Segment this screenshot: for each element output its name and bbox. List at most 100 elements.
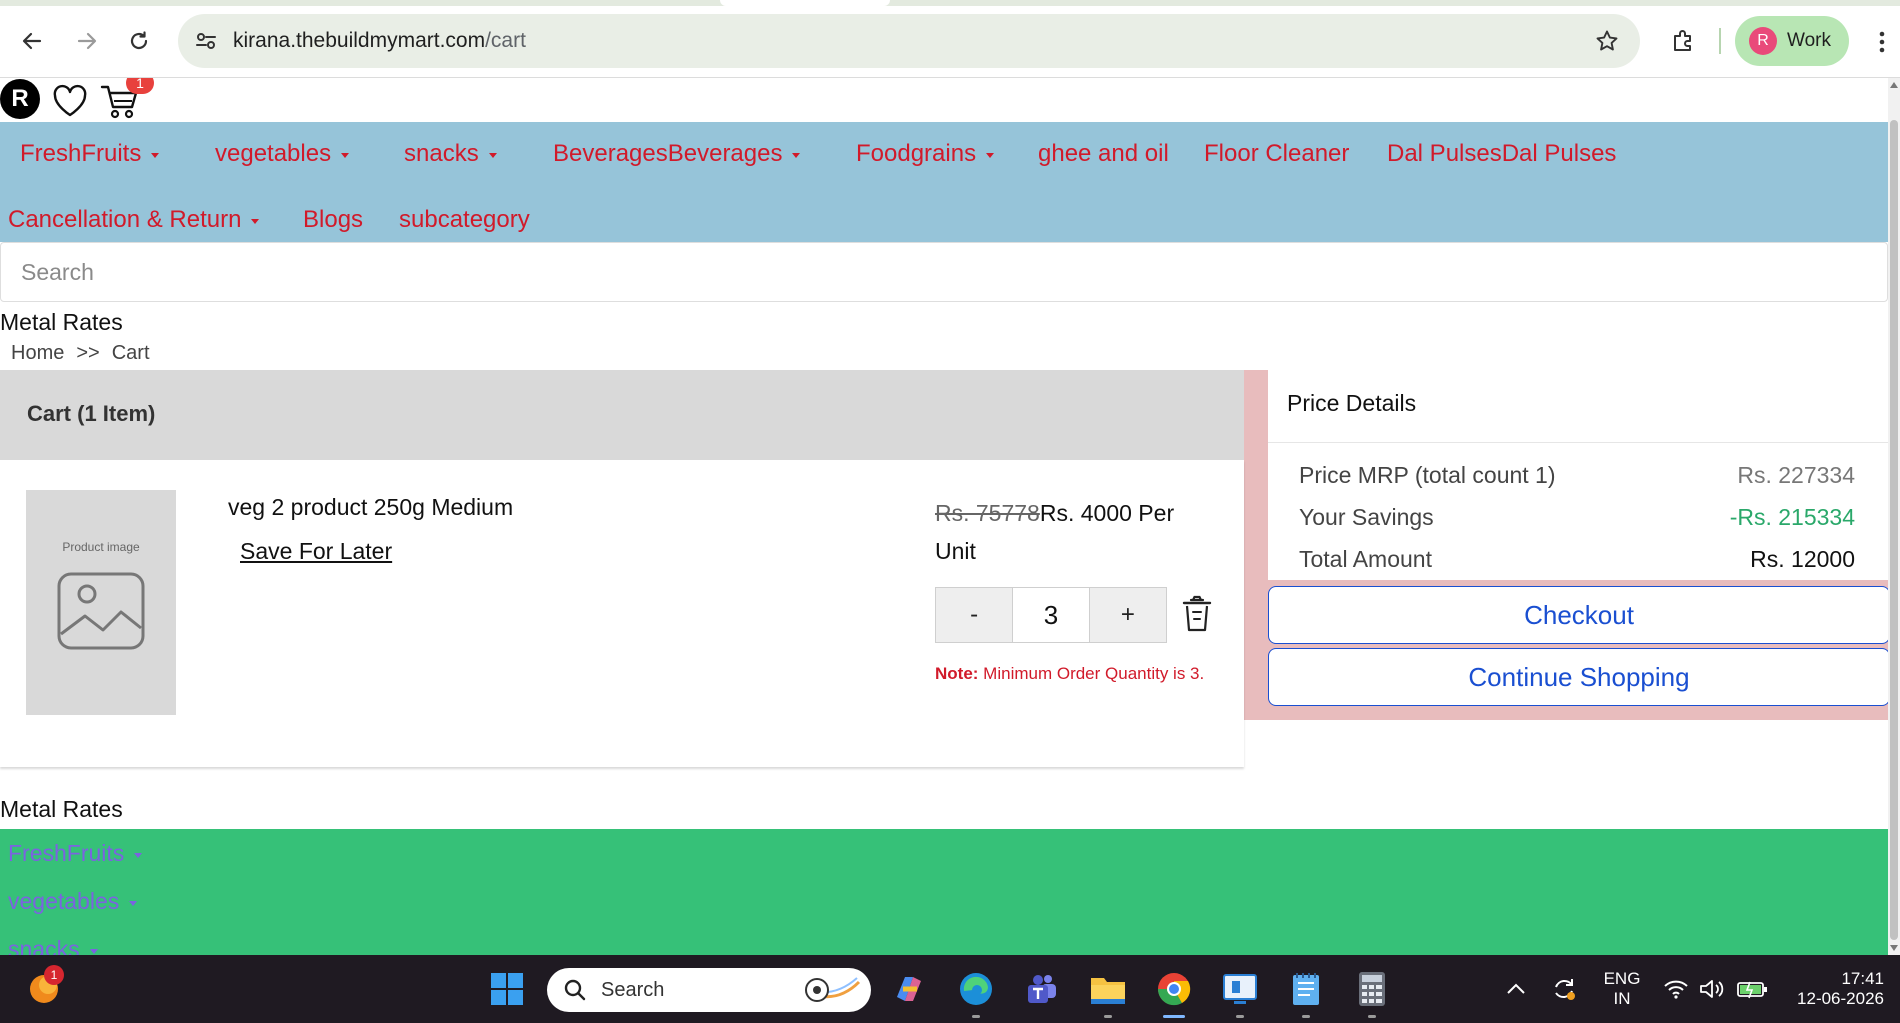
active-app-indicator (1163, 1015, 1185, 1018)
price-mrp-value: Rs. 227334 (1737, 462, 1855, 488)
quantity-value[interactable]: 3 (1012, 588, 1090, 642)
nav-item-snacks[interactable]: snacks (404, 140, 497, 168)
note-label: Note: (935, 664, 979, 683)
language-indicator[interactable]: ENG IN (1598, 969, 1646, 1009)
back-arrow-icon (22, 32, 42, 50)
nav-item-foodgrains[interactable]: Foodgrains (856, 140, 995, 168)
forward-arrow-icon (77, 32, 97, 50)
scroll-down-icon[interactable] (1890, 945, 1898, 951)
breadcrumb: Home >> Cart (11, 342, 150, 365)
nav-item-vegetables[interactable]: vegetables (215, 140, 350, 168)
breadcrumb-home[interactable]: Home (11, 342, 64, 365)
search-input[interactable] (1, 243, 1887, 301)
sync-icon[interactable] (1542, 967, 1586, 1011)
product-image-caption: Product image (62, 540, 140, 554)
windows-taskbar: 1 Search ENG IN 17:41 12-06-2026 (0, 955, 1900, 1023)
continue-shopping-button[interactable]: Continue Shopping (1268, 648, 1888, 706)
taskbar-search-label: Search (601, 979, 665, 1001)
checkout-button[interactable]: Checkout (1268, 586, 1888, 644)
nav-item-label: Floor Cleaner (1204, 140, 1350, 167)
search-box (0, 242, 1888, 302)
wishlist-heart-icon[interactable] (52, 84, 88, 118)
cart-count-badge: 1 (126, 78, 154, 94)
footer-item-snacks[interactable]: snacks (8, 936, 98, 955)
chevron-down-icon (341, 153, 350, 158)
back-button[interactable] (13, 22, 51, 60)
item-mrp: Rs. 75778 (935, 500, 1040, 526)
volume-icon[interactable] (1690, 967, 1734, 1011)
save-for-later-link[interactable]: Save For Later (240, 538, 392, 565)
file-explorer-icon[interactable] (1086, 967, 1130, 1011)
nav-item-subcategory[interactable]: subcategory (399, 206, 530, 234)
nav-item-freshfruits[interactable]: FreshFruits (20, 140, 160, 168)
scroll-up-icon[interactable] (1890, 82, 1898, 88)
reload-button[interactable] (120, 22, 158, 60)
chevron-down-icon (986, 153, 995, 158)
page-scrollbar[interactable] (1888, 78, 1900, 955)
extensions-icon[interactable] (1664, 22, 1702, 60)
nav-item-label: Foodgrains (856, 140, 977, 167)
url-text: kirana.thebuildmymart.com/cart (233, 29, 526, 53)
language-code: ENG (1603, 969, 1641, 988)
toolbar-divider (1719, 28, 1721, 54)
forward-button[interactable] (68, 22, 106, 60)
tab-strip (0, 0, 1900, 6)
taskbar-search[interactable]: Search (547, 968, 871, 1012)
remote-desktop-icon[interactable] (1218, 967, 1262, 1011)
total-label: Total Amount (1299, 546, 1432, 572)
nav-item-cancellation-return[interactable]: Cancellation & Return (8, 206, 260, 234)
footer-item-vegetables[interactable]: vegetables (8, 888, 138, 915)
bookmark-star-icon[interactable] (1592, 26, 1622, 56)
footer-metal-rates-label: Metal Rates (0, 796, 123, 822)
nav-item-blogs[interactable]: Blogs (303, 206, 363, 234)
scrollbar-thumb[interactable] (1890, 120, 1898, 940)
browser-menu-icon[interactable] (1870, 24, 1894, 60)
region-code: IN (1613, 989, 1631, 1008)
item-price: Rs. 75778Rs. 4000 Per Unit (935, 494, 1195, 570)
copilot-icon[interactable] (887, 967, 931, 1011)
running-indicator (972, 1015, 980, 1018)
cart-item-row: Product image veg 2 product 250g Medium … (0, 460, 1244, 767)
footer-item-label: snacks (8, 936, 80, 955)
nav-item-label: Dal PulsesDal Pulses (1387, 140, 1617, 167)
chevron-down-icon (488, 153, 497, 158)
decrease-quantity-button[interactable]: - (936, 588, 1013, 642)
increase-quantity-button[interactable]: + (1089, 588, 1166, 642)
page-viewport: R 1 FreshFruits vegetables snacks Bevera… (0, 78, 1888, 955)
nav-item-ghee-and-oil[interactable]: ghee and oil (1038, 140, 1169, 168)
footer-item-label: vegetables (8, 888, 120, 914)
search-icon (564, 979, 586, 1001)
nav-item-beverages[interactable]: BeveragesBeverages (553, 140, 801, 168)
start-windows-icon[interactable] (485, 967, 529, 1011)
nav-item-floor-cleaner[interactable]: Floor Cleaner (1204, 140, 1349, 168)
running-indicator (1236, 1015, 1244, 1018)
breadcrumb-separator: >> (76, 342, 100, 364)
chrome-icon[interactable] (1152, 967, 1196, 1011)
battery-icon[interactable] (1730, 967, 1774, 1011)
site-settings-icon[interactable] (192, 27, 220, 55)
clock-date: 12-06-2026 (1797, 989, 1884, 1008)
product-name[interactable]: veg 2 product 250g Medium (228, 494, 513, 521)
delete-trash-icon[interactable] (1181, 594, 1213, 634)
address-bar[interactable]: kirana.thebuildmymart.com/cart (178, 14, 1640, 68)
nav-item-label: Blogs (303, 206, 364, 233)
cart-section: Cart (1 Item) Product image veg 2 produc… (0, 370, 1888, 767)
footer-item-freshfruits[interactable]: FreshFruits (8, 840, 143, 867)
profile-button[interactable]: R Work (1735, 16, 1849, 66)
clock[interactable]: 17:41 12-06-2026 (1784, 969, 1884, 1009)
product-image[interactable]: Product image (26, 490, 176, 715)
teams-icon[interactable] (1020, 967, 1064, 1011)
price-details-divider (1268, 442, 1888, 443)
nav-item-label: BeveragesBeverages (553, 140, 783, 167)
breadcrumb-current: Cart (111, 342, 150, 364)
chevron-down-icon (151, 153, 160, 158)
user-avatar[interactable]: R (0, 79, 40, 119)
nav-item-dal-pulses[interactable]: Dal PulsesDal Pulses (1387, 140, 1616, 168)
edge-browser-icon[interactable] (954, 967, 998, 1011)
calculator-icon[interactable] (1350, 967, 1394, 1011)
nav-item-label: ghee and oil (1038, 140, 1169, 167)
chevron-up-icon[interactable] (1494, 967, 1538, 1011)
running-indicator (1302, 1015, 1310, 1018)
notepad-icon[interactable] (1284, 967, 1328, 1011)
note-text: Minimum Order Quantity is 3. (978, 664, 1205, 683)
